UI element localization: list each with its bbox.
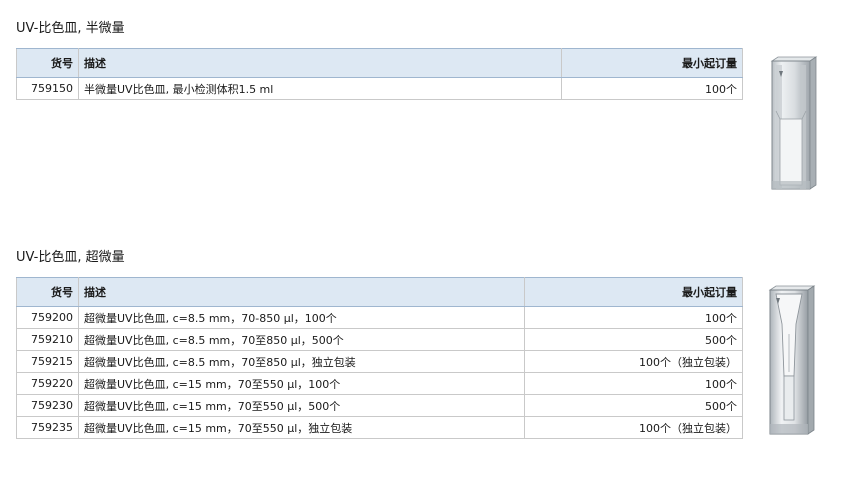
item-moq: 500个 [524,394,743,417]
column-header-description: 描述 [78,48,562,78]
section-title-semi-micro: UV-比色皿, 半微量 [16,21,125,36]
table-row: 759235 超微量UV比色皿, c=15 mm，70至550 µl，独立包装 … [16,416,743,439]
table-row: 759230 超微量UV比色皿, c=15 mm，70至550 µl，500个 … [16,394,743,417]
table-row: 759215 超微量UV比色皿, c=8.5 mm，70至850 µl，独立包装… [16,350,743,373]
item-description: 超微量UV比色皿, c=15 mm，70至550 µl，500个 [78,394,525,417]
column-header-moq: 最小起订量 [524,277,743,307]
item-moq: 100个（独立包装） [524,416,743,439]
item-moq: 100个 [524,372,743,395]
item-description: 超微量UV比色皿, c=8.5 mm，70至850 µl，500个 [78,328,525,351]
table-row: 759220 超微量UV比色皿, c=15 mm，70至550 µl，100个 … [16,372,743,395]
item-number: 759215 [16,350,79,373]
table-header-row: 货号 描述 最小起订量 [16,277,743,307]
item-description: 超微量UV比色皿, c=8.5 mm，70-850 µl，100个 [78,306,525,329]
item-description: 超微量UV比色皿, c=15 mm，70至550 µl，100个 [78,372,525,395]
semi-micro-cuvette-image [770,56,818,190]
product-table-semi-micro: 货号 描述 最小起订量 759150 半微量UV比色皿, 最小检测体积1.5 m… [16,48,743,100]
item-moq: 500个 [524,328,743,351]
column-header-item-no: 货号 [16,277,79,307]
item-number: 759200 [16,306,79,329]
product-table-ultra-micro: 货号 描述 最小起订量 759200 超微量UV比色皿, c=8.5 mm，70… [16,277,743,439]
item-number: 759220 [16,372,79,395]
ultra-micro-cuvette-image [768,285,816,435]
item-number: 759230 [16,394,79,417]
item-description: 超微量UV比色皿, c=15 mm，70至550 µl，独立包装 [78,416,525,439]
table-row: 759200 超微量UV比色皿, c=8.5 mm，70-850 µl，100个… [16,306,743,329]
item-number: 759210 [16,328,79,351]
item-number: 759235 [16,416,79,439]
column-header-moq: 最小起订量 [561,48,743,78]
section-title-ultra-micro: UV-比色皿, 超微量 [16,250,125,265]
item-description: 半微量UV比色皿, 最小检测体积1.5 ml [78,77,562,100]
table-row: 759210 超微量UV比色皿, c=8.5 mm，70至850 µl，500个… [16,328,743,351]
table-header-row: 货号 描述 最小起订量 [16,48,743,78]
item-moq: 100个（独立包装） [524,350,743,373]
item-description: 超微量UV比色皿, c=8.5 mm，70至850 µl，独立包装 [78,350,525,373]
table-row: 759150 半微量UV比色皿, 最小检测体积1.5 ml 100个 [16,77,743,100]
column-header-description: 描述 [78,277,525,307]
item-moq: 100个 [561,77,743,100]
item-number: 759150 [16,77,79,100]
item-moq: 100个 [524,306,743,329]
column-header-item-no: 货号 [16,48,79,78]
